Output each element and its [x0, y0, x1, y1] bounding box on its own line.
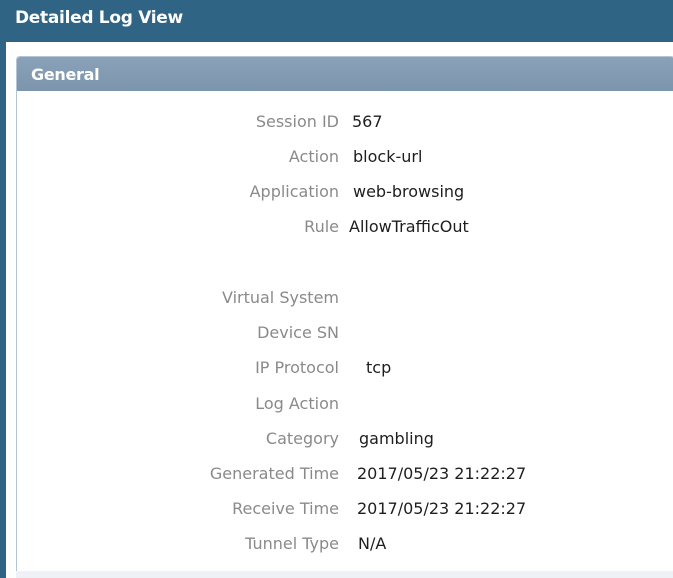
field-row-ip-protocol: IP Protocol tcp	[0, 358, 673, 382]
field-label: Application	[249, 182, 339, 201]
field-row-session-id: Session ID 567	[0, 112, 673, 136]
field-row-rule: Rule AllowTrafficOut	[0, 217, 673, 241]
field-value: 2017/05/23 21:22:27	[357, 499, 527, 518]
panel-bottom-strip	[16, 571, 673, 578]
field-label: Action	[288, 147, 339, 166]
field-value: 567	[352, 112, 383, 131]
field-value: AllowTrafficOut	[349, 217, 469, 236]
field-label: Device SN	[257, 323, 339, 342]
field-label: Tunnel Type	[245, 534, 339, 553]
field-value: N/A	[358, 534, 387, 553]
field-row-receive-time: Receive Time 2017/05/23 21:22:27	[0, 499, 673, 523]
field-row-virtual-system: Virtual System	[0, 288, 673, 312]
field-row-tunnel-type: Tunnel Type N/A	[0, 534, 673, 558]
field-label: Virtual System	[221, 288, 339, 307]
field-row-action: Action block-url	[0, 147, 673, 171]
field-row-device-sn: Device SN	[0, 323, 673, 347]
window-title: Detailed Log View	[15, 8, 183, 28]
detailed-log-view-window: Detailed Log View General Session ID 567…	[0, 0, 673, 578]
field-row-generated-time: Generated Time 2017/05/23 21:22:27	[0, 464, 673, 488]
field-label: Log Action	[255, 394, 339, 413]
field-label: IP Protocol	[255, 358, 339, 377]
general-panel-header: General	[17, 57, 673, 91]
field-value: block-url	[353, 147, 423, 166]
field-value: 2017/05/23 21:22:27	[357, 464, 527, 483]
field-label: Receive Time	[232, 499, 339, 518]
field-value: gambling	[359, 429, 434, 448]
field-value: tcp	[366, 358, 392, 377]
field-label: Rule	[304, 217, 339, 236]
field-label: Generated Time	[209, 464, 339, 483]
field-value: web-browsing	[353, 182, 465, 201]
field-label: Category	[265, 429, 339, 448]
field-row-category: Category gambling	[0, 429, 673, 453]
field-row-application: Application web-browsing	[0, 182, 673, 206]
field-label: Session ID	[255, 112, 339, 131]
panel-title: General	[31, 65, 100, 84]
field-row-log-action: Log Action	[0, 394, 673, 418]
